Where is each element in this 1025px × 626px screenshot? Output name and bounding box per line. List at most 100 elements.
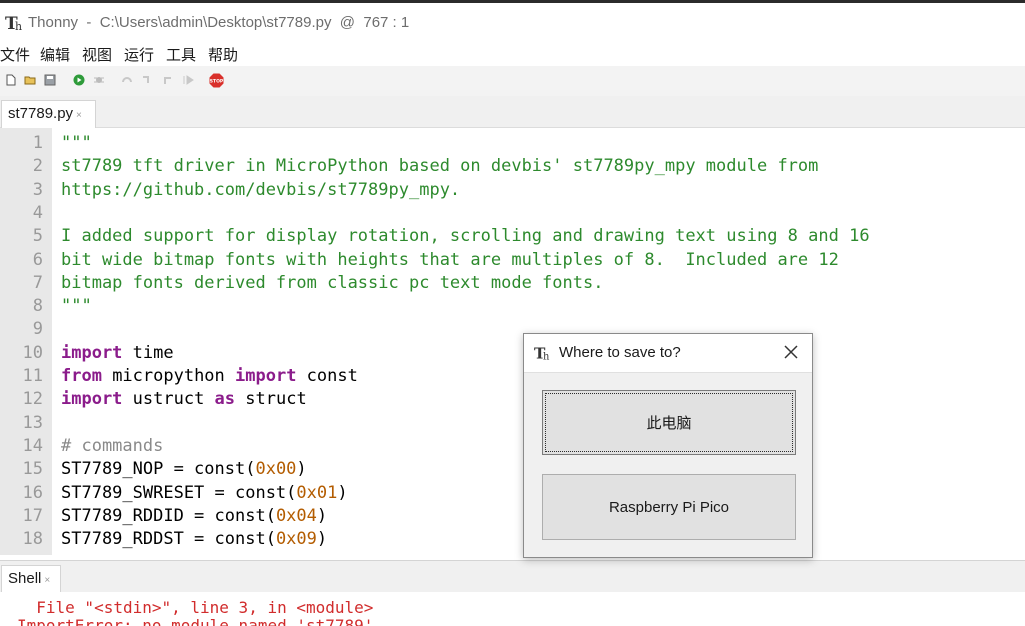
line-number: 8 [32, 296, 43, 317]
line-number: 3 [32, 179, 43, 200]
line-number: 11 [22, 366, 43, 386]
new-file-icon[interactable] [5, 74, 17, 86]
line-number: 1 [32, 133, 43, 153]
window-title: Thonny - C:\Users\admin\Desktop\st7789.p… [28, 14, 410, 31]
stop-icon[interactable]: STOP [209, 73, 224, 88]
code-token: 0x00 [255, 459, 297, 480]
line-number: 5 [32, 226, 43, 247]
code-token: ST7789_NOP = const( [61, 459, 256, 480]
line-number: 4 [32, 202, 43, 223]
shell-line: File "<stdin>", line 3, in <module> [17, 598, 374, 617]
code-token: 0x09 [275, 529, 317, 550]
raspberry-pi-pico-button[interactable]: Raspberry Pi Pico [542, 474, 796, 540]
code-token: """ [61, 133, 92, 153]
editor-tab-strip: st7789.py × [0, 96, 1025, 128]
code-token: import [61, 389, 123, 410]
code-token: I added support for display rotation, sc… [61, 226, 870, 247]
code-line: bit wide bitmap fonts with heights that … [61, 249, 839, 272]
code-token: time [122, 342, 174, 363]
line-number: 2 [32, 156, 43, 177]
menu-help[interactable]: 帮助 [208, 44, 238, 65]
tab-st7789-py[interactable]: st7789.py × [1, 100, 96, 128]
line-number-gutter: 1 2 3 4 5 6 7 8 9 10 11 12 13 14 15 16 17 18 [0, 128, 52, 555]
line-number: 10 [22, 342, 43, 363]
code-token: 0x01 [296, 482, 338, 503]
tab-shell[interactable]: Shell × [1, 565, 61, 593]
window-titlebar: T h Thonny - C:\Users\admin\Desktop\st77… [0, 0, 1025, 42]
dialog-title: Where to save to? [559, 344, 681, 361]
code-line: import ustruct as struct [61, 388, 307, 411]
code-line: bitmap fonts derived from classic pc tex… [61, 272, 603, 295]
menu-edit[interactable]: 编辑 [40, 44, 70, 65]
line-number: 6 [32, 249, 43, 270]
code-line: """ [61, 132, 92, 155]
code-line: import time [61, 342, 174, 365]
debug-icon[interactable] [93, 74, 105, 86]
stop-label: STOP [210, 79, 224, 85]
thonny-logo-icon: T h [5, 14, 22, 33]
code-token: as [214, 389, 236, 410]
svg-text:h: h [15, 20, 22, 33]
line-number: 16 [22, 482, 43, 503]
tab-label: Shell [8, 570, 42, 587]
code-token: micropython [101, 366, 236, 386]
shell-line: ImportError: no module named 'st7789' [17, 616, 374, 626]
tab-close-icon[interactable]: × [44, 575, 50, 586]
dialog-titlebar: T h Where to save to? [524, 334, 812, 373]
tab-close-icon[interactable]: × [76, 110, 82, 121]
code-token: import [235, 366, 297, 386]
thonny-logo-icon: T h [534, 344, 550, 362]
code-line: ST7789_NOP = const(0x00) [61, 458, 307, 481]
open-file-icon[interactable] [24, 74, 36, 86]
svg-text:h: h [543, 351, 550, 362]
save-icon[interactable] [44, 74, 56, 86]
code-token: """ [61, 296, 92, 317]
shell-tab-strip: Shell × [0, 560, 1025, 593]
menu-file[interactable]: 文件 [0, 44, 30, 65]
code-line: from micropython import const [61, 365, 358, 388]
code-token: import [61, 342, 123, 363]
code-token: ) [296, 459, 307, 480]
menu-run[interactable]: 运行 [124, 44, 154, 65]
menu-tools[interactable]: 工具 [166, 44, 196, 65]
code-token: ustruct [122, 389, 215, 410]
code-token: ) [316, 505, 328, 526]
menu-bar: 文件 编辑 视图 运行 工具 帮助 [0, 42, 1025, 66]
close-icon[interactable] [782, 343, 800, 361]
code-line: """ [61, 295, 92, 318]
code-token: ST7789_SWRESET = const( [61, 482, 297, 503]
code-token: st7789 tft driver in MicroPython based o… [61, 156, 819, 177]
code-line: I added support for display rotation, sc… [61, 225, 870, 248]
code-token: from [61, 366, 102, 386]
code-token: struct [235, 389, 307, 410]
code-line: ST7789_SWRESET = const(0x01) [61, 482, 348, 505]
step-over-icon[interactable] [121, 74, 133, 86]
code-token: bit wide bitmap fonts with heights that … [61, 249, 839, 270]
line-number: 12 [22, 389, 43, 410]
code-token: 0x04 [275, 505, 317, 526]
resume-icon[interactable] [182, 74, 194, 86]
code-line: # commands [61, 435, 163, 458]
toolbar: STOP [0, 66, 1025, 96]
code-token: ST7789_RDDST = const( [61, 529, 276, 550]
code-line: https://github.com/devbis/st7789py_mpy. [61, 179, 460, 202]
this-pc-button[interactable]: 此电脑 [542, 390, 796, 455]
code-line: ST7789_RDDST = const(0x09) [61, 528, 327, 551]
line-number: 18 [22, 529, 43, 550]
code-token: ) [316, 529, 328, 550]
save-location-dialog: T h Where to save to? 此电脑 Raspberry Pi P… [523, 333, 813, 558]
code-token: # commands [61, 435, 164, 456]
code-editor[interactable]: 1 2 3 4 5 6 7 8 9 10 11 12 13 14 15 16 17 18 """ st7789 tf… [0, 128, 1025, 555]
step-out-icon[interactable] [162, 74, 174, 86]
code-token: https://github.com/devbis/st7789py_mpy. [61, 179, 461, 200]
line-number: 15 [22, 459, 43, 480]
code-token: const [296, 366, 358, 386]
line-number: 7 [32, 272, 43, 293]
menu-view[interactable]: 视图 [82, 44, 112, 65]
run-icon[interactable] [73, 74, 85, 86]
code-line: st7789 tft driver in MicroPython based o… [61, 155, 818, 178]
shell-output[interactable]: ~~~~~~~~~~~~~~~~~~~~~~~~~~~~~~~~~~~~~~~~… [0, 592, 1025, 626]
code-token: ST7789_RDDID = const( [61, 505, 276, 526]
line-number: 13 [22, 412, 43, 433]
step-into-icon[interactable] [141, 74, 153, 86]
